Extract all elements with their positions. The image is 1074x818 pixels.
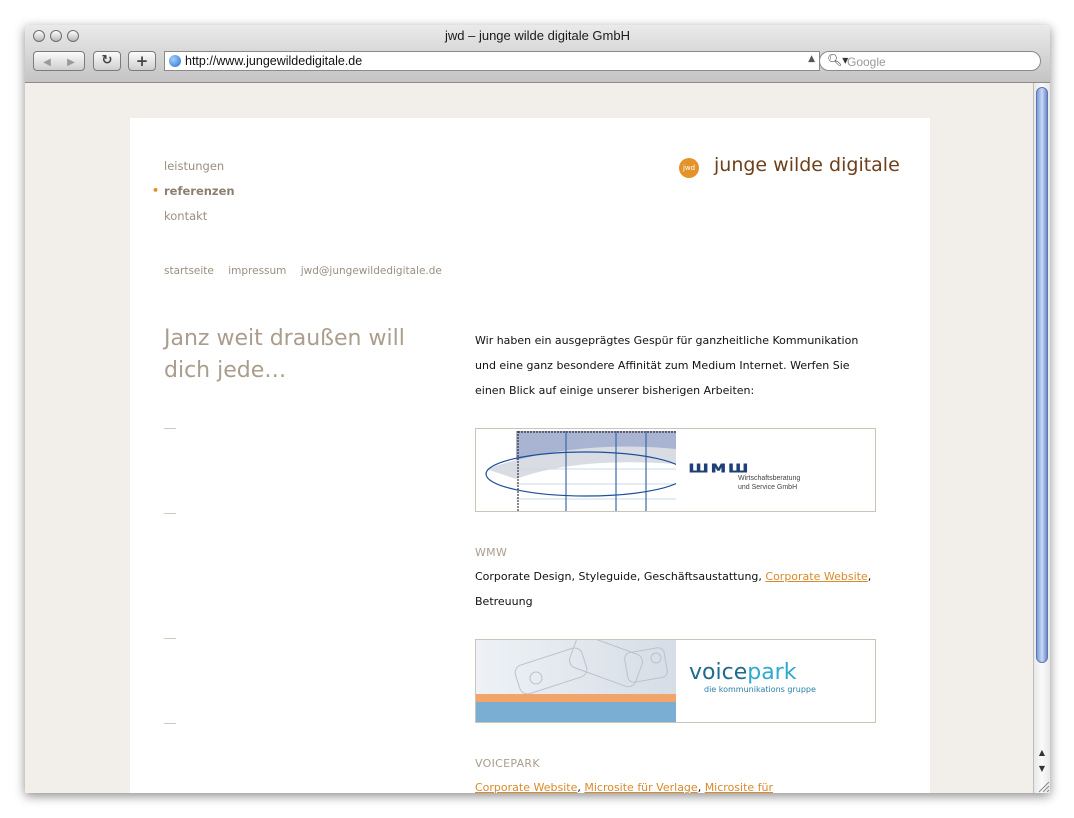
page-content: leistungen • referenzen kontakt jwd jung… xyxy=(130,118,930,793)
wmw-illustration xyxy=(485,429,875,511)
intro-text: Wir haben ein ausgeprägtes Gespür für ga… xyxy=(475,334,859,397)
wmw-logo-subtitle: Wirtschaftsberatung und Service GmbH xyxy=(738,474,800,492)
nav-item-kontakt[interactable]: kontakt xyxy=(164,209,207,223)
plus-icon: + xyxy=(135,52,149,70)
search-field[interactable]: 🔍︎▾ Google xyxy=(819,51,1041,71)
nav-item-label: referenzen xyxy=(164,184,235,198)
corporate-website-link[interactable]: Corporate Website xyxy=(475,781,577,793)
secondary-nav: startseite impressum jwd@jungewildedigit… xyxy=(164,265,453,277)
voicepark-reference-image[interactable]: voicepark die kommunikations gruppe xyxy=(475,639,876,723)
wmw-sub-line: Wirtschaftsberatung xyxy=(738,475,801,482)
browser-window: jwd – junge wilde digitale GmbH ◀ ▶ ↻ + h… xyxy=(25,25,1050,793)
divider xyxy=(164,723,176,724)
site-logo-text[interactable]: junge wilde digitale xyxy=(714,154,900,176)
url-dropdown-icon[interactable]: ▲ xyxy=(808,54,815,64)
reference-title: WMW xyxy=(475,546,508,559)
link-startseite[interactable]: startseite xyxy=(164,265,214,277)
add-bookmark-button[interactable]: + xyxy=(128,51,156,71)
scroll-down-arrow-icon[interactable]: ▼ xyxy=(1036,762,1048,776)
back-forward-buttons[interactable]: ◀ ▶ xyxy=(33,51,85,71)
voicepark-logo-text: voicepark xyxy=(689,660,796,685)
link-email[interactable]: jwd@jungewildedigitale.de xyxy=(301,265,442,277)
scrollbar-thumb[interactable] xyxy=(1036,87,1048,663)
nav-item-leistungen[interactable]: leistungen xyxy=(164,159,224,173)
address-bar[interactable]: http://www.jungewildedigitale.de ▲ xyxy=(164,51,820,71)
reference-description: Corporate Design, Styleguide, Geschäftsa… xyxy=(475,564,885,614)
window-title: jwd – junge wilde digitale GmbH xyxy=(445,28,630,43)
wmw-sub-line: und Service GmbH xyxy=(738,484,798,491)
nav-item-referenzen[interactable]: • referenzen xyxy=(152,184,235,198)
wmw-reference-image[interactable]: шмш Wirtschaftsberatung und Service GmbH xyxy=(475,428,876,512)
search-placeholder: Google xyxy=(847,55,886,69)
search-icon[interactable]: 🔍︎▾ xyxy=(827,53,848,67)
link-impressum[interactable]: impressum xyxy=(228,265,286,277)
reload-button[interactable]: ↻ xyxy=(93,51,121,71)
vertical-scrollbar[interactable]: ▲ ▼ xyxy=(1033,83,1050,793)
logo-text-part: voice xyxy=(689,660,748,685)
back-arrow-icon[interactable]: ◀ xyxy=(35,54,59,72)
reference-title: VOICEPARK xyxy=(475,757,540,770)
voicepark-illustration xyxy=(476,640,676,722)
page-headline: Janz weit draußen will dich jede… xyxy=(164,326,405,383)
divider xyxy=(164,428,176,429)
corporate-website-link[interactable]: Corporate Website xyxy=(765,570,867,583)
reference-description: Corporate Website, Microsite für Verlage… xyxy=(475,781,774,793)
voicepark-logo-subtitle: die kommunikations gruppe xyxy=(704,685,816,694)
divider xyxy=(164,513,176,514)
reload-icon: ↻ xyxy=(101,53,113,68)
microsite-verlage-link[interactable]: Microsite für Verlage xyxy=(584,781,697,793)
divider xyxy=(164,638,176,639)
forward-arrow-icon[interactable]: ▶ xyxy=(59,54,83,72)
title-bar: jwd – junge wilde digitale GmbH ◀ ▶ ↻ + h… xyxy=(25,25,1050,83)
active-bullet-icon: • xyxy=(152,184,160,197)
address-text[interactable]: http://www.jungewildedigitale.de xyxy=(185,54,362,68)
description-text: Corporate Design, Styleguide, Geschäftsa… xyxy=(475,570,766,583)
jwd-logo-badge[interactable]: jwd xyxy=(679,158,699,178)
resize-grip-icon[interactable] xyxy=(1033,778,1050,793)
microsite-link[interactable]: Microsite für xyxy=(705,781,773,793)
globe-icon xyxy=(169,55,181,67)
logo-text-part: park xyxy=(747,660,797,685)
scroll-up-arrow-icon[interactable]: ▲ xyxy=(1036,746,1048,760)
